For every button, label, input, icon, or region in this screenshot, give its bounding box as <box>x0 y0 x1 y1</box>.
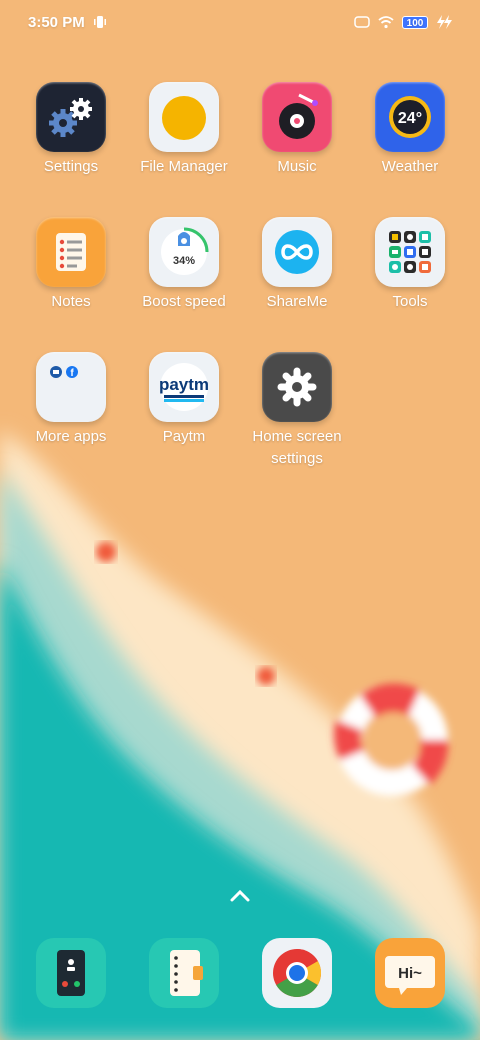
dock-chrome[interactable] <box>262 938 332 1008</box>
app-label: Settings <box>43 158 99 175</box>
app-settings[interactable]: Settings <box>11 82 131 178</box>
rocket-icon: 34% <box>149 217 219 287</box>
battery-indicator: 100 <box>402 15 428 29</box>
weather-temp: 24° <box>398 110 422 127</box>
app-tools-folder[interactable]: Tools <box>350 217 470 313</box>
charging-icon <box>436 15 452 29</box>
chrome-icon <box>273 949 322 997</box>
dock-contacts[interactable] <box>149 938 219 1008</box>
paytm-logo-text: paytm <box>159 375 209 394</box>
app-boost-speed[interactable]: 34% Boost speed <box>124 217 244 313</box>
home-settings-gear-icon <box>262 352 332 422</box>
boost-percent: 34% <box>173 255 195 267</box>
message-bubble-icon: Hi~ <box>385 956 435 995</box>
status-bar: 3:50 PM 100 <box>0 0 480 44</box>
app-file-manager[interactable]: File Manager <box>124 82 244 178</box>
contacts-book-icon <box>170 950 203 996</box>
wifi-icon <box>378 15 394 29</box>
app-label: More apps <box>35 428 107 445</box>
paytm-logo-icon: paytm <box>149 352 219 422</box>
app-label: Tools <box>392 293 428 310</box>
app-weather[interactable]: 24° Weather <box>350 82 470 178</box>
vibrate-icon <box>93 15 107 29</box>
app-label: Music <box>277 158 317 175</box>
app-label: Paytm <box>162 428 206 445</box>
music-disc-icon <box>262 82 332 152</box>
tools-folder-icon <box>375 217 445 287</box>
weather-icon: 24° <box>375 82 445 152</box>
more-apps-folder-icon: f <box>36 352 106 422</box>
app-label: Weather <box>381 158 439 175</box>
app-label: File Manager <box>140 158 228 175</box>
app-notes[interactable]: Notes <box>11 217 131 313</box>
app-home-screen-settings[interactable]: Home screen settings <box>237 352 357 470</box>
app-label: ShareMe <box>266 293 328 310</box>
app-label: Notes <box>51 293 91 310</box>
shareme-icon <box>262 217 332 287</box>
notes-icon <box>36 217 106 287</box>
app-label: Boost speed <box>142 293 226 310</box>
clock: 3:50 PM <box>28 13 85 31</box>
app-more-apps-folder[interactable]: f More apps <box>11 352 131 448</box>
phone-icon <box>57 950 85 996</box>
app-shareme[interactable]: ShareMe <box>237 217 357 313</box>
settings-icon <box>36 82 106 152</box>
app-label: Home screen settings <box>252 428 342 467</box>
messaging-text: Hi~ <box>398 965 422 982</box>
dock-phone[interactable] <box>36 938 106 1008</box>
dock: Hi~ <box>0 938 480 1012</box>
app-paytm[interactable]: paytm Paytm <box>124 352 244 448</box>
app-drawer-chevron-up-icon[interactable] <box>229 887 251 903</box>
app-music[interactable]: Music <box>237 82 357 178</box>
dock-messaging[interactable]: Hi~ <box>375 938 445 1008</box>
sim-icon <box>354 16 370 28</box>
folder-icon <box>149 82 219 152</box>
